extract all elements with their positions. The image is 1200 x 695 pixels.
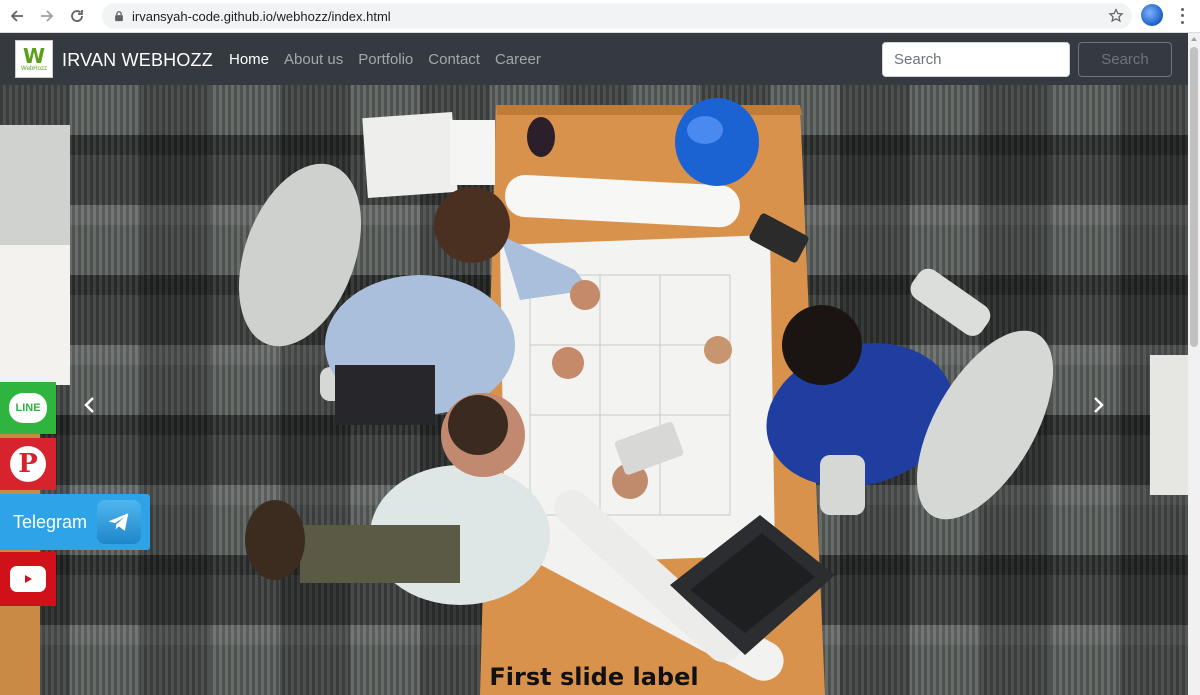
reload-button[interactable] <box>64 3 90 29</box>
nav-link-portfolio[interactable]: Portfolio <box>358 51 413 68</box>
brand-logo-subtext: WebHozz <box>21 65 47 72</box>
forward-button[interactable] <box>34 3 60 29</box>
chevron-right-icon <box>1094 397 1104 413</box>
scrollbar-thumb[interactable] <box>1190 47 1198 347</box>
slide-caption: First slide label <box>489 663 699 691</box>
bookmark-star-icon[interactable] <box>1108 8 1124 24</box>
url-text: irvansyah-code.github.io/webhozz/index.h… <box>132 8 391 24</box>
brand-name[interactable]: IRVAN WEBHOZZ <box>62 50 213 71</box>
line-button[interactable]: LINE <box>0 382 56 434</box>
back-button[interactable] <box>4 3 30 29</box>
site-navbar: W WebHozz IRVAN WEBHOZZ Home About us Po… <box>0 33 1188 85</box>
profile-avatar[interactable] <box>1141 4 1163 26</box>
telegram-button[interactable]: Telegram <box>0 494 150 550</box>
nav-link-contact[interactable]: Contact <box>428 51 480 68</box>
nav-links: Home About us Portfolio Contact Career <box>229 51 556 68</box>
scroll-up-arrow-icon[interactable] <box>1191 37 1197 41</box>
hero-carousel: First slide label <box>0 85 1188 695</box>
browser-toolbar: irvansyah-code.github.io/webhozz/index.h… <box>0 0 1200 33</box>
browser-menu-icon[interactable] <box>1176 6 1188 26</box>
telegram-label: Telegram <box>13 511 88 532</box>
forward-arrow-icon <box>41 10 54 22</box>
brand-logo-mark: W <box>22 43 46 68</box>
brand-logo[interactable]: W WebHozz <box>15 40 53 78</box>
carousel-prev-button[interactable] <box>80 393 100 417</box>
search-input[interactable] <box>882 42 1070 77</box>
line-icon: LINE <box>9 393 47 423</box>
search-button[interactable]: Search <box>1078 42 1172 77</box>
slide-image <box>0 98 1188 695</box>
nav-link-career[interactable]: Career <box>495 51 541 68</box>
reload-icon <box>71 10 83 22</box>
youtube-button[interactable] <box>0 552 56 606</box>
page-scrollbar[interactable] <box>1188 33 1200 695</box>
lock-icon <box>112 9 126 23</box>
pinterest-icon: P <box>10 446 46 482</box>
back-arrow-icon <box>10 10 23 22</box>
address-bar[interactable]: irvansyah-code.github.io/webhozz/index.h… <box>102 3 1132 29</box>
telegram-icon <box>97 500 142 544</box>
carousel-next-button[interactable] <box>1088 393 1108 417</box>
chevron-left-icon <box>84 397 94 413</box>
pinterest-button[interactable]: P <box>0 438 56 490</box>
youtube-icon <box>10 566 46 592</box>
nav-link-about[interactable]: About us <box>284 51 343 68</box>
nav-link-home[interactable]: Home <box>229 51 269 68</box>
